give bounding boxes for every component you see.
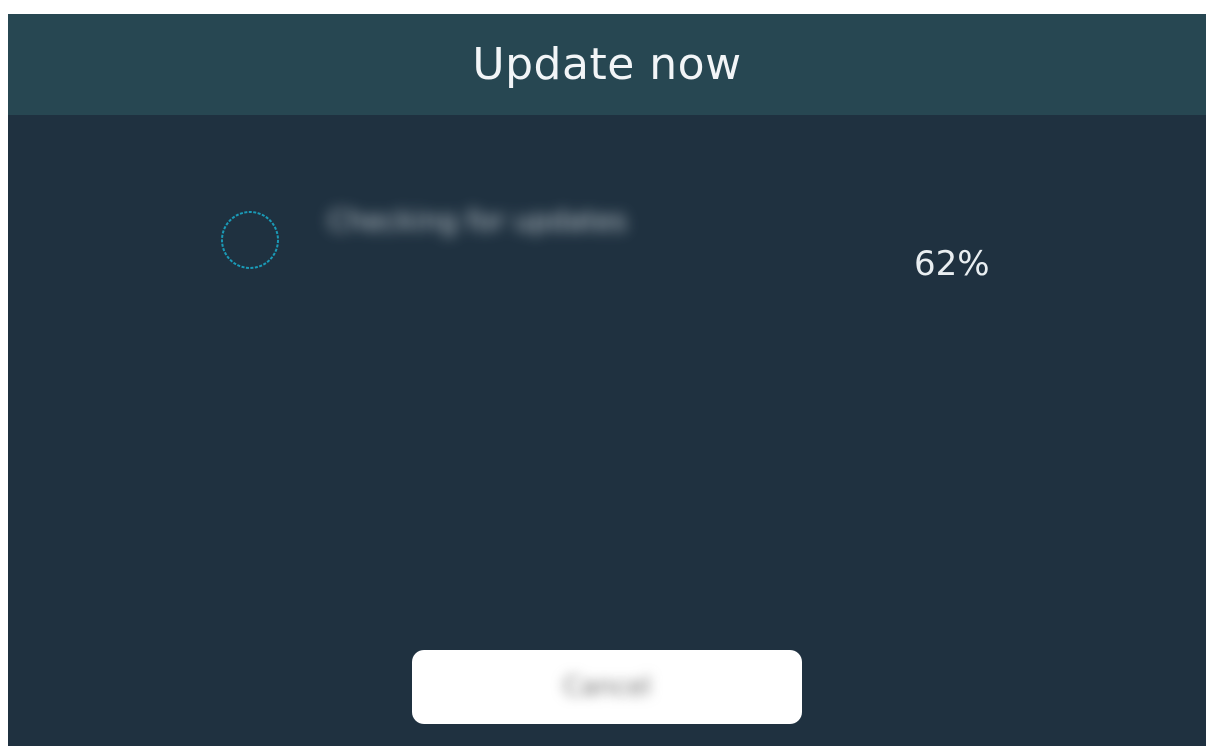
progress-percent: 62%	[914, 244, 990, 284]
update-status-text: Checking for updates	[328, 204, 627, 237]
dialog-title: Update now	[472, 39, 742, 90]
cancel-button[interactable]: Cancel	[412, 650, 802, 724]
update-dialog: Update now Checking for updates 62% Canc…	[8, 14, 1206, 746]
loading-spinner-icon	[220, 210, 280, 270]
dialog-header: Update now	[8, 14, 1206, 115]
cancel-button-label: Cancel	[562, 672, 652, 702]
